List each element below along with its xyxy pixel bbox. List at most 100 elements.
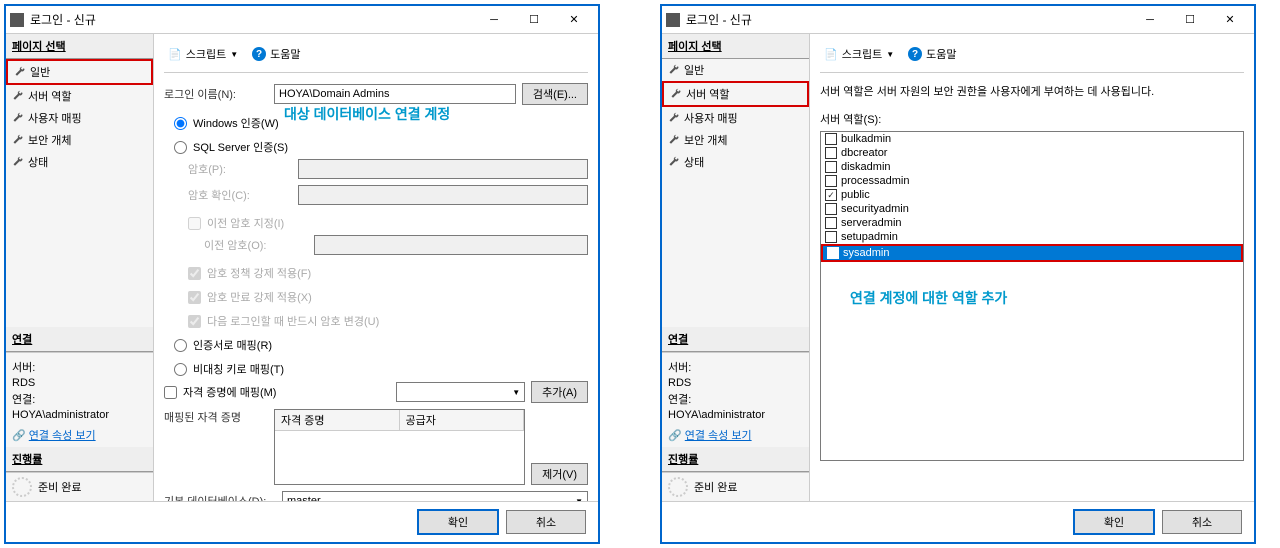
old-password-label: 이전 암호(O):	[204, 237, 314, 253]
description-text: 서버 역할은 서버 자원의 보안 권한을 사용자에게 부여하는 데 사용됩니다.	[820, 83, 1244, 99]
password-confirm-label: 암호 확인(C):	[188, 187, 298, 203]
role-checkbox[interactable]	[825, 147, 837, 159]
role-row-public[interactable]: public	[821, 188, 1243, 202]
annotation-text: 대상 데이터베이스 연결 계정	[284, 104, 450, 124]
role-checkbox[interactable]	[825, 203, 837, 215]
default-db-label: 기본 데이터베이스(D):	[164, 493, 274, 501]
role-row-bulkadmin[interactable]: bulkadmin	[821, 132, 1243, 146]
cert-map-radio[interactable]	[174, 339, 187, 352]
role-checkbox[interactable]	[827, 247, 839, 259]
remove-button[interactable]: 제거(V)	[531, 463, 588, 485]
old-pwd-spec-check	[188, 217, 201, 230]
help-icon: ?	[252, 47, 266, 61]
cancel-button[interactable]: 취소	[1162, 510, 1242, 534]
sidebar-item-securables[interactable]: 보안 개체	[662, 129, 809, 151]
chevron-down-icon: ▼	[886, 50, 894, 59]
wrench-icon	[668, 64, 680, 76]
role-checkbox[interactable]	[825, 161, 837, 173]
role-checkbox[interactable]	[825, 175, 837, 187]
asym-map-radio[interactable]	[174, 363, 187, 376]
maximize-button[interactable]: ☐	[1170, 8, 1210, 32]
cred-map-check[interactable]	[164, 386, 177, 399]
role-row-serveradmin[interactable]: serveradmin	[821, 216, 1243, 230]
cred-select[interactable]: ▼	[396, 382, 525, 402]
enforce-policy-check	[188, 267, 201, 280]
role-label: dbcreator	[841, 147, 887, 159]
progress-status: 준비 완료	[694, 479, 738, 495]
role-row-dbcreator[interactable]: dbcreator	[821, 146, 1243, 160]
ok-button[interactable]: 확인	[418, 510, 498, 534]
chevron-down-icon: ▼	[575, 497, 583, 502]
main-panel: 📄스크립트▼ ?도움말 로그인 이름(N): 검색(E)... 대상 데이터베이…	[154, 34, 598, 501]
role-row-sysadmin[interactable]: sysadmin	[821, 244, 1243, 262]
sidebar-item-status[interactable]: 상태	[6, 151, 153, 173]
sidebar-item-user-mapping[interactable]: 사용자 매핑	[6, 107, 153, 129]
server-label: 서버:	[668, 359, 803, 375]
sidebar-item-status[interactable]: 상태	[662, 151, 809, 173]
login-name-input[interactable]	[274, 84, 516, 104]
default-db-select[interactable]: master▼	[282, 491, 588, 501]
role-row-diskadmin[interactable]: diskadmin	[821, 160, 1243, 174]
help-button[interactable]: ?도움말	[904, 44, 960, 64]
login-name-label: 로그인 이름(N):	[164, 86, 274, 102]
script-button[interactable]: 📄스크립트▼	[164, 44, 242, 64]
wrench-icon	[670, 88, 682, 100]
server-value: RDS	[668, 377, 803, 389]
role-checkbox[interactable]	[825, 133, 837, 145]
windows-auth-radio[interactable]	[174, 117, 187, 130]
role-checkbox[interactable]	[825, 231, 837, 243]
view-conn-props-link[interactable]: 연결 속성 보기	[685, 430, 752, 442]
sidebar-item-user-mapping[interactable]: 사용자 매핑	[662, 107, 809, 129]
sidebar-item-securables[interactable]: 보안 개체	[6, 129, 153, 151]
help-button[interactable]: ?도움말	[248, 44, 304, 64]
must-change-check	[188, 315, 201, 328]
close-button[interactable]: ✕	[554, 8, 594, 32]
close-button[interactable]: ✕	[1210, 8, 1250, 32]
app-icon	[10, 13, 24, 27]
server-label: 서버:	[12, 359, 147, 375]
progress-header: 진행률	[6, 447, 153, 472]
login-dialog-server-roles: 로그인 - 신규 ─ ☐ ✕ 페이지 선택 일반 서버 역할 사용자 매핑 보안…	[660, 4, 1256, 544]
role-label: processadmin	[841, 175, 909, 187]
role-row-securityadmin[interactable]: securityadmin	[821, 202, 1243, 216]
role-row-setupadmin[interactable]: setupadmin	[821, 230, 1243, 244]
mapped-cred-label: 매핑된 자격 증명	[164, 409, 274, 425]
th-credential: 자격 증명	[275, 410, 400, 430]
view-conn-props-link[interactable]: 연결 속성 보기	[29, 430, 96, 442]
sidebar-item-general[interactable]: 일반	[662, 59, 809, 81]
ok-button[interactable]: 확인	[1074, 510, 1154, 534]
roles-label: 서버 역할(S):	[820, 111, 1244, 127]
chevron-down-icon: ▼	[512, 388, 520, 397]
conn-value: HOYA\administrator	[12, 409, 147, 421]
sql-auth-radio[interactable]	[174, 141, 187, 154]
app-icon	[666, 13, 680, 27]
connection-header: 연결	[6, 327, 153, 352]
cancel-button[interactable]: 취소	[506, 510, 586, 534]
sidebar: 페이지 선택 일반 서버 역할 사용자 매핑 보안 개체 상태 연결 서버: R…	[6, 34, 154, 501]
sidebar-item-server-roles[interactable]: 서버 역할	[6, 85, 153, 107]
add-button[interactable]: 추가(A)	[531, 381, 588, 403]
enforce-expiry-check	[188, 291, 201, 304]
conn-label: 연결:	[12, 391, 147, 407]
role-row-processadmin[interactable]: processadmin	[821, 174, 1243, 188]
progress-spinner-icon	[668, 477, 688, 497]
sidebar-item-server-roles[interactable]: 서버 역할	[662, 81, 809, 107]
help-icon: ?	[908, 47, 922, 61]
minimize-button[interactable]: ─	[474, 8, 514, 32]
role-checkbox[interactable]	[825, 217, 837, 229]
maximize-button[interactable]: ☐	[514, 8, 554, 32]
role-label: public	[841, 189, 870, 201]
password-input	[298, 159, 588, 179]
progress-status: 준비 완료	[38, 479, 82, 495]
wrench-icon	[12, 134, 24, 146]
wrench-icon	[12, 112, 24, 124]
role-checkbox[interactable]	[825, 189, 837, 201]
titlebar: 로그인 - 신규 ─ ☐ ✕	[6, 6, 598, 34]
server-value: RDS	[12, 377, 147, 389]
role-label: bulkadmin	[841, 133, 891, 145]
script-button[interactable]: 📄스크립트▼	[820, 44, 898, 64]
search-button[interactable]: 검색(E)...	[522, 83, 588, 105]
minimize-button[interactable]: ─	[1130, 8, 1170, 32]
sidebar-item-general[interactable]: 일반	[6, 59, 153, 85]
conn-value: HOYA\administrator	[668, 409, 803, 421]
